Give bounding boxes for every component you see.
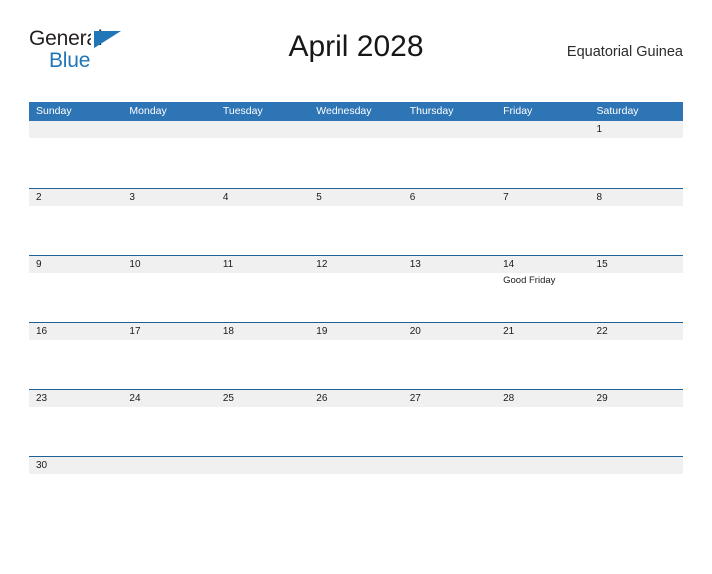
day-cell-6[interactable]: 6 xyxy=(403,189,496,255)
day-number: 9 xyxy=(36,259,42,270)
day-cell-21[interactable]: 21 xyxy=(496,323,589,389)
day-cell-25[interactable]: 25 xyxy=(216,390,309,456)
day-cell-empty xyxy=(309,457,402,523)
day-cell-29[interactable]: 29 xyxy=(590,390,683,456)
day-cell-20[interactable]: 20 xyxy=(403,323,496,389)
day-cell-26[interactable]: 26 xyxy=(309,390,402,456)
day-number: 17 xyxy=(129,326,141,337)
day-cell-1[interactable]: 1 xyxy=(590,121,683,188)
day-number: 16 xyxy=(36,326,48,337)
day-number: 26 xyxy=(316,393,328,404)
day-number: 28 xyxy=(503,393,515,404)
day-number: 30 xyxy=(36,460,48,471)
day-cell-2[interactable]: 2 xyxy=(29,189,122,255)
calendar-grid: Sunday Monday Tuesday Wednesday Thursday Frid… xyxy=(29,102,683,523)
day-number: 3 xyxy=(129,192,135,203)
day-number: 24 xyxy=(129,393,141,404)
weekday-header-sunday: Sunday xyxy=(36,105,72,117)
day-cell-14[interactable]: 14 Good Friday xyxy=(496,256,589,322)
day-number: 12 xyxy=(316,259,328,270)
day-number: 5 xyxy=(316,192,322,203)
day-number: 27 xyxy=(409,393,421,404)
weekday-header-friday: Friday xyxy=(503,105,533,117)
day-cell-8[interactable]: 8 xyxy=(590,189,683,255)
weekday-header-wednesday: Wednesday xyxy=(316,105,372,117)
day-number: 22 xyxy=(596,326,608,337)
day-number: 2 xyxy=(36,192,42,203)
day-cell-24[interactable]: 24 xyxy=(122,390,215,456)
day-cell-7[interactable]: 7 xyxy=(496,189,589,255)
day-number: 21 xyxy=(503,326,515,337)
week-row: 1 xyxy=(29,121,683,188)
day-cell-9[interactable]: 9 xyxy=(29,256,122,322)
day-number: 18 xyxy=(222,326,234,337)
day-cell-empty xyxy=(496,457,589,523)
day-number: 23 xyxy=(36,393,48,404)
day-number: 29 xyxy=(596,393,608,404)
day-number: 6 xyxy=(409,192,416,203)
day-cell-22[interactable]: 22 xyxy=(590,323,683,389)
day-cell-empty xyxy=(122,121,215,188)
day-cell-18[interactable]: 18 xyxy=(216,323,309,389)
weekday-header-tuesday: Tuesday xyxy=(222,105,263,117)
day-number: 15 xyxy=(596,259,608,270)
day-cell-12[interactable]: 12 xyxy=(309,256,402,322)
week-row: 23 24 25 26 27 28 29 xyxy=(29,389,683,456)
day-cell-11[interactable]: 11 xyxy=(216,256,309,322)
day-number: 4 xyxy=(222,192,229,203)
day-cell-empty xyxy=(216,121,309,188)
day-number: 11 xyxy=(222,259,234,270)
week-row: 2 3 4 5 6 7 8 xyxy=(29,188,683,255)
day-number: 10 xyxy=(129,259,141,270)
week-row: 30 xyxy=(29,456,683,523)
day-cell-10[interactable]: 10 xyxy=(122,256,215,322)
weekday-header-thursday: Thursday xyxy=(409,105,454,117)
day-cell-empty xyxy=(403,457,496,523)
day-cell-empty xyxy=(122,457,215,523)
day-cell-17[interactable]: 17 xyxy=(122,323,215,389)
day-number: 14 xyxy=(503,259,515,270)
day-number: 20 xyxy=(409,326,421,337)
day-cell-empty xyxy=(29,121,122,188)
day-number: 19 xyxy=(316,326,328,337)
day-event-label: Good Friday xyxy=(503,275,556,286)
day-number: 7 xyxy=(503,192,509,203)
day-cell-19[interactable]: 19 xyxy=(309,323,402,389)
day-cell-30[interactable]: 30 xyxy=(29,457,122,523)
day-cell-15[interactable]: 15 xyxy=(590,256,683,322)
day-cell-empty xyxy=(216,457,309,523)
day-cell-3[interactable]: 3 xyxy=(122,189,215,255)
day-cell-empty xyxy=(309,121,402,188)
day-number: 25 xyxy=(222,393,234,404)
weekday-header-row: Sunday Monday Tuesday Wednesday Thursday Frid… xyxy=(29,102,683,121)
locale-label: Equatorial Guinea xyxy=(566,44,683,60)
day-number: 8 xyxy=(596,192,603,203)
page-header: General Blue April 2028 Equatorial Guine… xyxy=(29,24,683,80)
day-cell-13[interactable]: 13 xyxy=(403,256,496,322)
week-row: 16 17 18 19 20 21 22 xyxy=(29,322,683,389)
calendar-page: General Blue April 2028 Equatorial Guine… xyxy=(0,24,712,574)
day-cell-23[interactable]: 23 xyxy=(29,390,122,456)
day-cell-4[interactable]: 4 xyxy=(216,189,309,255)
week-row: 9 10 11 12 13 14 Good Friday 15 xyxy=(29,255,683,322)
day-cell-27[interactable]: 27 xyxy=(403,390,496,456)
day-number: 13 xyxy=(409,259,421,270)
day-cell-28[interactable]: 28 xyxy=(496,390,589,456)
weekday-header-monday: Monday xyxy=(129,105,167,117)
day-cell-5[interactable]: 5 xyxy=(309,189,402,255)
day-cell-16[interactable]: 16 xyxy=(29,323,122,389)
weekday-header-saturday: Saturday xyxy=(596,105,639,117)
day-cell-empty xyxy=(403,121,496,188)
day-cell-empty xyxy=(496,121,589,188)
day-number: 1 xyxy=(596,124,603,135)
weeks-container: 1 2 3 4 5 6 7 8 9 10 11 12 13 14 Good Friday 15 16 17 18 19… xyxy=(29,121,683,523)
day-cell-empty xyxy=(590,457,683,523)
